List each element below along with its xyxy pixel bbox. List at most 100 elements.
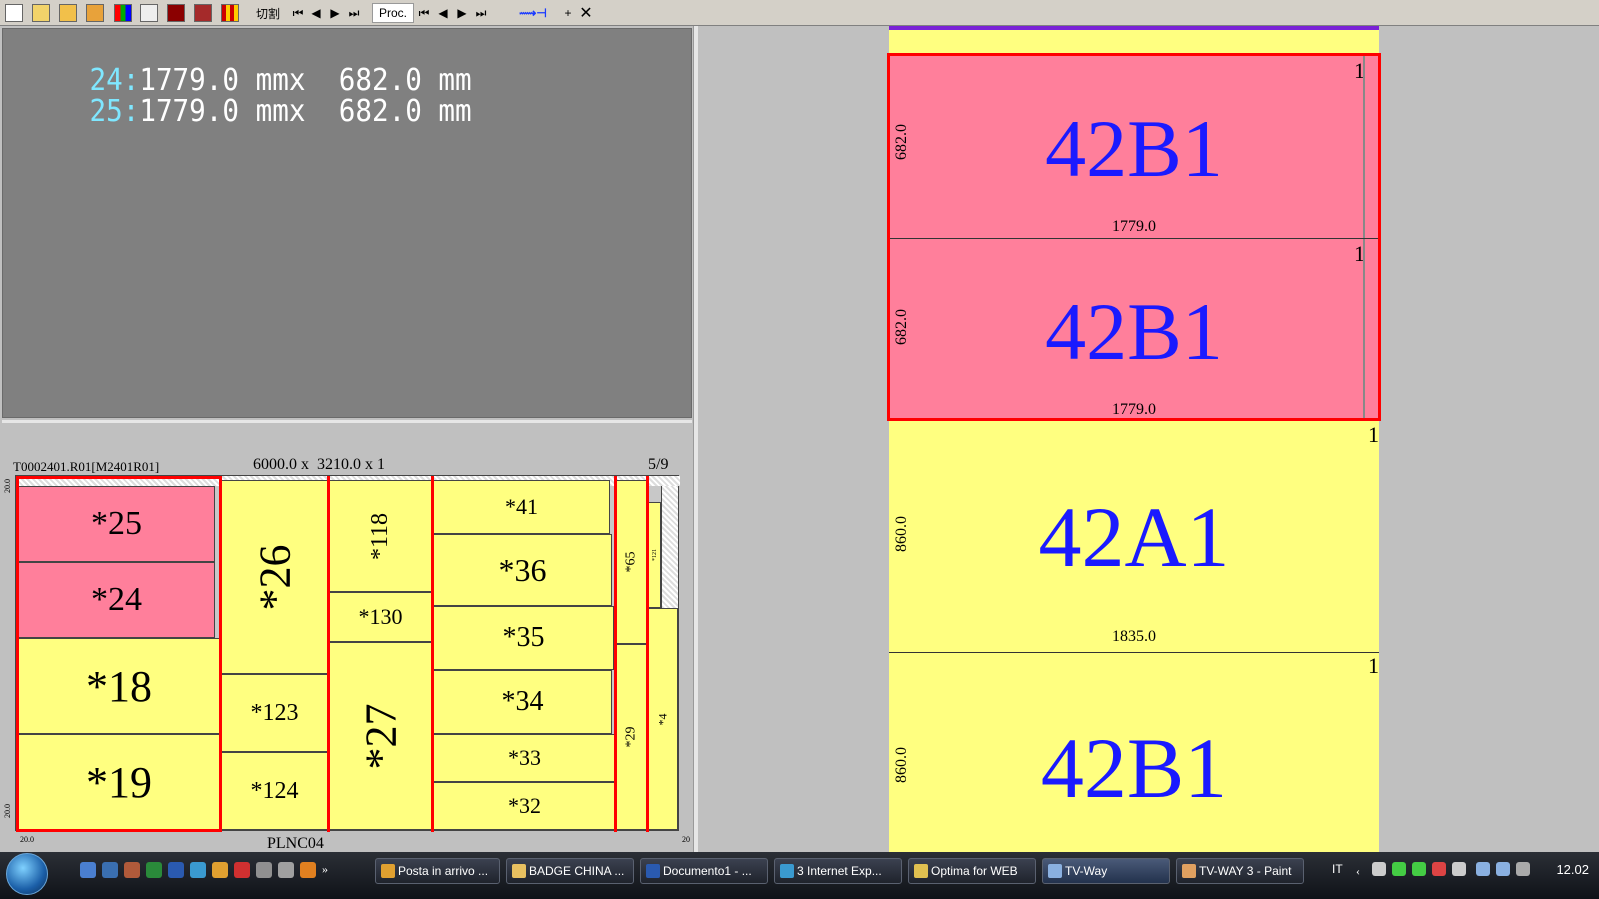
ie-icon[interactable] bbox=[190, 862, 206, 878]
crosshair-icon[interactable]: + bbox=[560, 3, 576, 23]
selection-frame bbox=[887, 53, 1381, 421]
info-index: 25: bbox=[89, 94, 140, 129]
piece-19[interactable]: *19 bbox=[18, 734, 220, 830]
preview-piece[interactable]: 42A1 1835.0 1 860.0 bbox=[889, 422, 1379, 652]
first-icon[interactable]: ⏮ bbox=[290, 3, 306, 23]
proc-field[interactable]: Proc. bbox=[372, 3, 414, 23]
piece-4-label: *4 bbox=[655, 713, 670, 725]
window-icon bbox=[1048, 864, 1062, 878]
cut-button[interactable]: 切割 bbox=[246, 3, 290, 23]
tray-icon[interactable] bbox=[1392, 862, 1406, 876]
language-indicator[interactable]: IT bbox=[1332, 862, 1343, 876]
app-icon[interactable] bbox=[124, 862, 140, 878]
new-file-icon[interactable] bbox=[4, 3, 24, 23]
piece-24[interactable]: *24 bbox=[18, 562, 215, 638]
info-line: 25:1779.0 mmx 682.0 mm bbox=[23, 64, 471, 160]
layout-name: T0002401.R01[M2401R01] bbox=[13, 459, 160, 474]
cut-line bbox=[16, 829, 222, 832]
open-folder-3-icon[interactable] bbox=[84, 3, 106, 23]
open-folder-2-icon[interactable] bbox=[57, 3, 79, 23]
piece-34[interactable]: *34 bbox=[433, 670, 612, 734]
word-icon[interactable] bbox=[168, 862, 184, 878]
first-icon[interactable]: ⏮ bbox=[416, 3, 432, 23]
folder-icon bbox=[914, 864, 928, 878]
tray-icon[interactable] bbox=[1372, 862, 1386, 876]
volume-icon[interactable] bbox=[1516, 862, 1530, 876]
start-button[interactable] bbox=[6, 853, 48, 895]
piece-35[interactable]: *35 bbox=[433, 606, 614, 670]
app-icon[interactable] bbox=[234, 862, 250, 878]
tray-icon[interactable] bbox=[1432, 862, 1446, 876]
piece-32[interactable]: *32 bbox=[433, 782, 616, 830]
clock[interactable]: 12.02 bbox=[1556, 862, 1589, 877]
piece-26[interactable]: *26 bbox=[221, 480, 328, 674]
info-panel: 24:1779.0 mmx 682.0 mm 25:1779.0 mmx 682… bbox=[2, 28, 692, 418]
switch-windows-icon[interactable] bbox=[102, 862, 118, 878]
media-icon[interactable] bbox=[300, 862, 316, 878]
taskbar-button[interactable]: Documento1 - ... bbox=[640, 858, 768, 884]
grid-icon[interactable] bbox=[218, 3, 242, 23]
measure-icon[interactable]: ⟿⊣ bbox=[508, 3, 558, 23]
piece-118[interactable]: *118 bbox=[329, 480, 432, 592]
calculator-icon[interactable] bbox=[256, 862, 272, 878]
excel-icon[interactable] bbox=[146, 862, 162, 878]
piece-33[interactable]: *33 bbox=[433, 734, 616, 782]
piece-65-label: *65 bbox=[623, 551, 639, 573]
stop-icon[interactable] bbox=[165, 3, 187, 23]
last-icon[interactable]: ⏭ bbox=[346, 3, 362, 23]
palette-icon[interactable] bbox=[112, 3, 134, 23]
piece-123[interactable]: *123 bbox=[221, 674, 328, 752]
last-icon[interactable]: ⏭ bbox=[473, 3, 489, 23]
piece-29[interactable]: *29 bbox=[616, 644, 647, 830]
mail-icon[interactable] bbox=[212, 862, 228, 878]
list-icon[interactable] bbox=[138, 3, 160, 23]
taskbar-button-label: 3 Internet Exp... bbox=[797, 864, 882, 878]
next-icon[interactable]: ▶ bbox=[327, 3, 343, 23]
taskbar-button[interactable]: Posta in arrivo ... bbox=[375, 858, 500, 884]
piece-25[interactable]: *25 bbox=[18, 486, 215, 562]
piece-121[interactable]: *121 bbox=[648, 502, 661, 608]
taskbar-button[interactable]: BADGE CHINA ... bbox=[506, 858, 634, 884]
trim-left-label: 20.0 bbox=[20, 835, 34, 844]
cut-line bbox=[327, 476, 330, 832]
piece-118-label: *118 bbox=[366, 512, 393, 560]
piece-27-label: *27 bbox=[356, 703, 405, 769]
preview-piece[interactable]: 42B1 1 860.0 bbox=[889, 652, 1379, 852]
next-icon[interactable]: ▶ bbox=[454, 3, 470, 23]
piece-18[interactable]: *18 bbox=[18, 638, 220, 734]
cut-line bbox=[614, 476, 617, 832]
tray-icon[interactable] bbox=[1452, 862, 1466, 876]
piece-width: 1835.0 bbox=[1112, 628, 1156, 645]
prev-icon[interactable]: ◀ bbox=[308, 3, 324, 23]
splitter[interactable] bbox=[693, 26, 698, 852]
show-hidden-icons-icon[interactable]: ‹ bbox=[1356, 864, 1366, 878]
taskbar-button[interactable]: TV-Way bbox=[1042, 858, 1170, 884]
piece-130[interactable]: *130 bbox=[329, 592, 432, 642]
open-folder-icon[interactable] bbox=[30, 3, 52, 23]
piece-27[interactable]: *27 bbox=[329, 642, 432, 830]
piece-124[interactable]: *124 bbox=[221, 752, 328, 830]
toolbar: 切割 ⏮ ◀ ▶ ⏭ Proc. ⏮ ◀ ▶ ⏭ ⟿⊣ + ✕ bbox=[0, 0, 1599, 26]
quick-launch-more-icon[interactable]: » bbox=[322, 862, 338, 878]
panel-icon[interactable] bbox=[192, 3, 214, 23]
network-icon[interactable] bbox=[1496, 862, 1510, 876]
cut-line bbox=[646, 476, 649, 832]
ie-icon bbox=[780, 864, 794, 878]
taskbar-button[interactable]: Optima for WEB bbox=[908, 858, 1036, 884]
show-desktop-icon[interactable] bbox=[80, 862, 96, 878]
layout-footer: PLNC04 bbox=[267, 835, 324, 852]
piece-29-label: *29 bbox=[623, 726, 639, 748]
taskbar-button[interactable]: 3 Internet Exp... bbox=[774, 858, 902, 884]
network-icon[interactable] bbox=[1476, 862, 1490, 876]
piece-65[interactable]: *65 bbox=[616, 480, 647, 644]
prev-icon[interactable]: ◀ bbox=[435, 3, 451, 23]
app-icon[interactable] bbox=[278, 862, 294, 878]
taskbar-button[interactable]: TV-WAY 3 - Paint bbox=[1176, 858, 1304, 884]
piece-36[interactable]: *36 bbox=[433, 534, 612, 606]
taskbar-button-label: TV-Way bbox=[1065, 864, 1108, 878]
close-icon[interactable]: ✕ bbox=[578, 3, 594, 23]
piece-4[interactable]: *4 bbox=[648, 608, 678, 830]
tray-icon[interactable] bbox=[1412, 862, 1426, 876]
piece-height: 860.0 bbox=[893, 747, 910, 783]
piece-41[interactable]: *41 bbox=[433, 480, 610, 534]
